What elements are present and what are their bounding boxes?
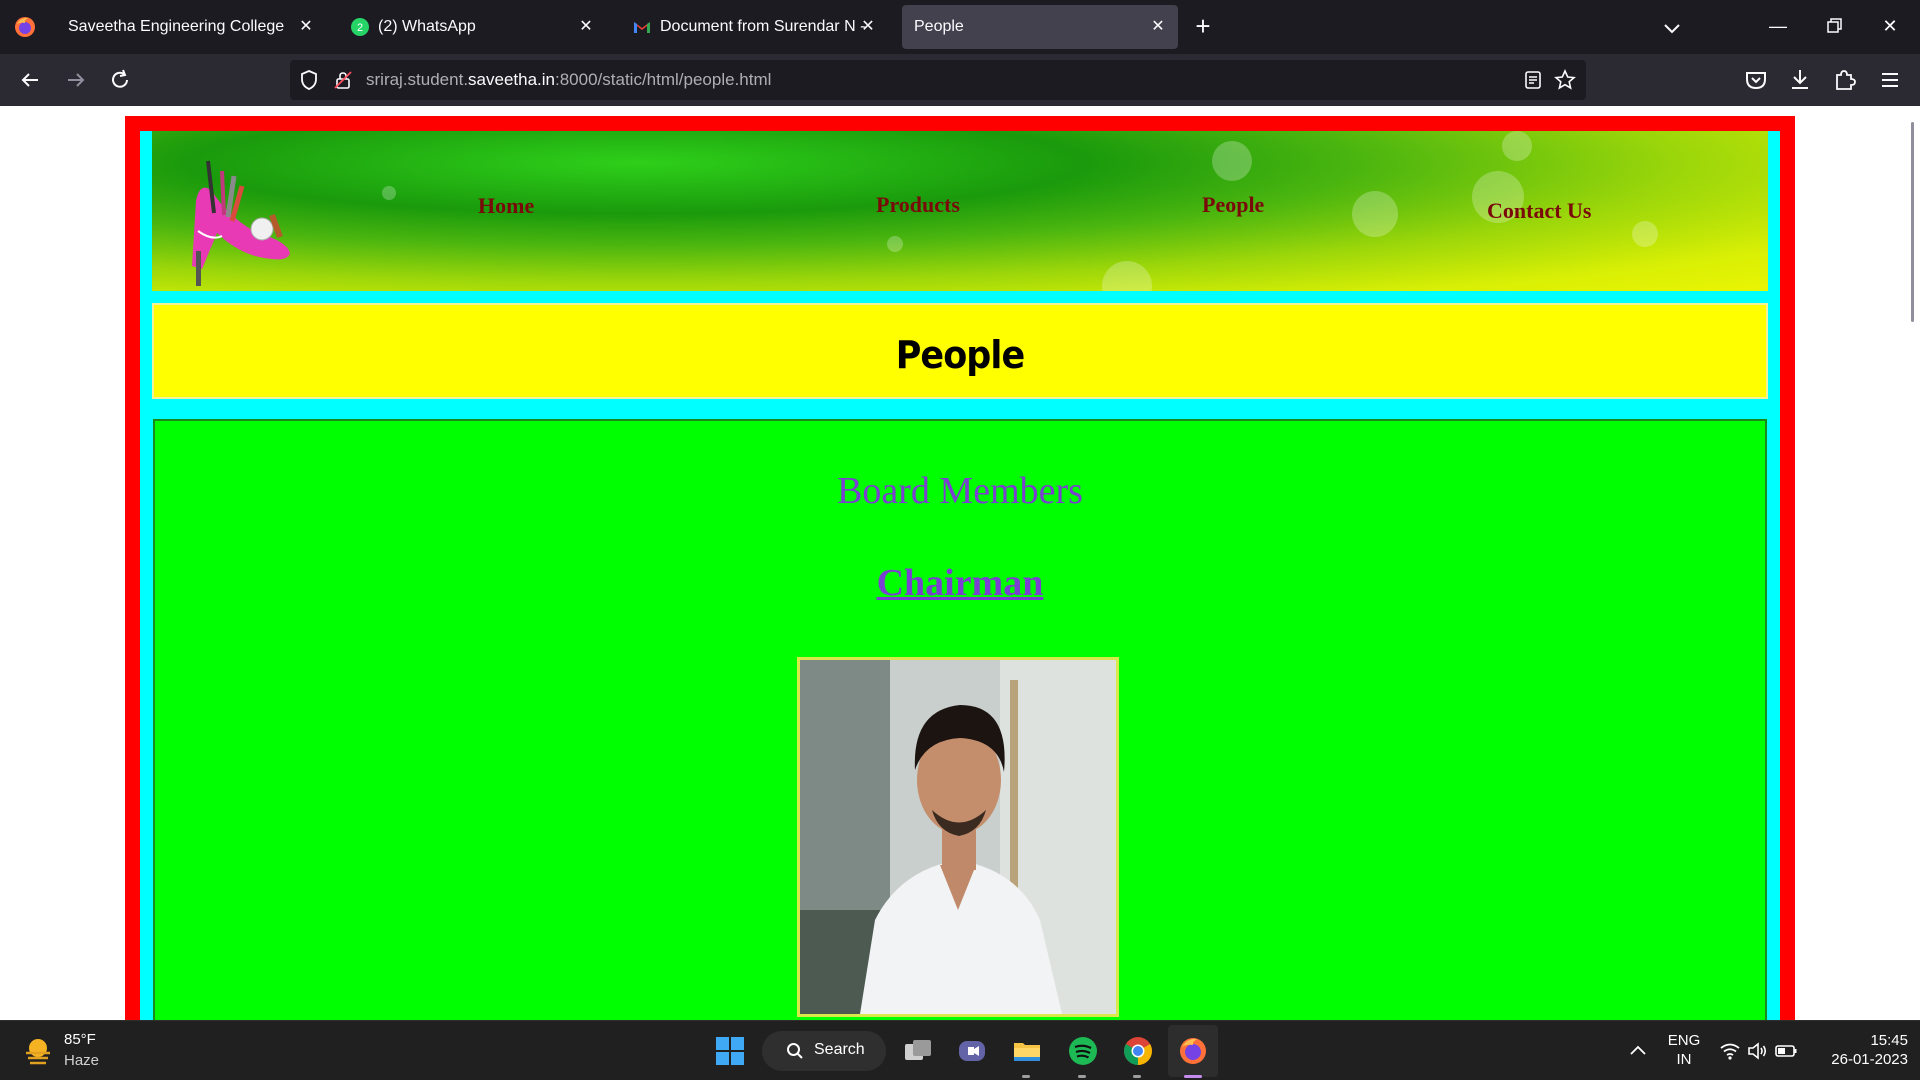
web-page: Home Products People Contact Us People B… — [0, 106, 1904, 1020]
shield-icon[interactable] — [298, 69, 320, 91]
search-label: Search — [814, 1041, 865, 1058]
chairman-heading: Chairman — [876, 562, 1044, 604]
firefox-running-indicator — [1184, 1075, 1202, 1078]
battery-icon[interactable] — [1774, 1039, 1798, 1063]
windows-start-icon[interactable] — [714, 1035, 746, 1067]
section-heading: Board Members — [837, 470, 1083, 512]
forward-arrow-icon[interactable] — [62, 66, 90, 94]
clock[interactable]: 15:45 26-01-2023 — [1812, 1032, 1908, 1068]
clock-time: 15:45 — [1870, 1032, 1908, 1049]
windows-taskbar: 85°F Haze Search ENG IN 15:45 26-01-2023 — [0, 1020, 1920, 1080]
page-scrollbar[interactable] — [1904, 106, 1920, 1020]
chrome-icon[interactable] — [1122, 1035, 1154, 1067]
high-heel-cosmetics-logo — [192, 160, 290, 286]
file-explorer-icon[interactable] — [1011, 1035, 1043, 1067]
weather-temperature[interactable]: 85°F — [64, 1031, 96, 1048]
back-arrow-icon[interactable] — [16, 66, 44, 94]
decorative-bokeh — [1632, 221, 1658, 247]
decorative-bokeh — [1102, 261, 1152, 291]
chrome-running-indicator — [1133, 1075, 1141, 1078]
teams-chat-icon[interactable] — [956, 1035, 988, 1067]
search-icon — [787, 1043, 803, 1059]
weather-haze-icon[interactable] — [20, 1033, 56, 1069]
whatsapp-icon: 2 — [351, 18, 369, 36]
decorative-bokeh — [887, 236, 903, 252]
chevron-down-icon[interactable] — [1660, 16, 1684, 40]
nav-home-link[interactable]: Home — [478, 193, 534, 219]
downloads-icon[interactable] — [1786, 66, 1814, 94]
firefox-taskbar-icon[interactable] — [1177, 1035, 1209, 1067]
close-window-button[interactable]: ✕ — [1878, 14, 1902, 38]
task-view-icon[interactable] — [902, 1035, 934, 1067]
decorative-bokeh — [1502, 131, 1532, 161]
tab-title: (2) WhatsApp — [378, 18, 476, 35]
scrollbar-thumb[interactable] — [1911, 122, 1914, 322]
page-title: People — [895, 333, 1025, 377]
explorer-running-indicator — [1022, 1075, 1030, 1078]
wifi-icon[interactable] — [1718, 1039, 1742, 1063]
url-prefix: sriraj.student. — [366, 70, 469, 89]
tab-whatsapp[interactable]: 2 (2) WhatsApp ✕ — [336, 5, 606, 49]
tab-saveetha[interactable]: Saveetha Engineering College ✕ — [56, 5, 326, 49]
restore-button[interactable] — [1822, 14, 1846, 38]
language-indicator[interactable]: ENG IN — [1664, 1032, 1704, 1068]
chairman-photo — [797, 657, 1119, 1017]
decorative-bokeh — [1212, 141, 1252, 181]
close-tab-icon[interactable]: ✕ — [1148, 17, 1168, 37]
tab-gmail-document[interactable]: Document from Surendar N - sr ✕ — [618, 5, 888, 49]
tab-people[interactable]: People ✕ — [902, 5, 1178, 49]
weather-description[interactable]: Haze — [64, 1052, 99, 1069]
extensions-puzzle-icon[interactable] — [1830, 66, 1858, 94]
browser-tab-bar: Saveetha Engineering College ✕ 2 (2) Wha… — [0, 0, 1920, 54]
tab-title: Document from Surendar N - sr — [660, 18, 870, 35]
spotify-icon[interactable] — [1067, 1035, 1099, 1067]
site-header: Home Products People Contact Us — [152, 131, 1768, 291]
spotify-running-indicator — [1078, 1075, 1086, 1078]
gmail-icon — [634, 22, 650, 33]
page-title-banner: People — [152, 303, 1768, 399]
whatsapp-badge: 2 — [357, 22, 363, 34]
decorative-bokeh — [1352, 191, 1398, 237]
cyan-inner-frame: Home Products People Contact Us People B… — [140, 131, 1780, 1020]
close-tab-icon[interactable]: ✕ — [858, 17, 878, 37]
reload-icon[interactable] — [106, 66, 134, 94]
tab-title: People — [914, 18, 964, 35]
region-code: IN — [1676, 1051, 1692, 1068]
bookmark-star-icon[interactable] — [1554, 69, 1576, 91]
url-suffix: :8000/static/html/people.html — [555, 70, 772, 89]
firefox-menu-icon[interactable] — [13, 15, 37, 39]
address-bar[interactable]: sriraj.student.saveetha.in:8000/static/h… — [290, 60, 1586, 100]
clock-date: 26-01-2023 — [1831, 1051, 1908, 1068]
new-tab-button[interactable]: + — [1190, 13, 1216, 40]
url-text[interactable]: sriraj.student.saveetha.in:8000/static/h… — [366, 70, 771, 90]
insecure-lock-icon[interactable] — [332, 69, 354, 91]
url-host: saveetha.in — [468, 70, 555, 89]
minimize-button[interactable]: — — [1766, 14, 1790, 38]
decorative-bokeh — [382, 186, 396, 200]
chevron-up-icon[interactable] — [1626, 1039, 1650, 1063]
reader-view-icon[interactable] — [1522, 69, 1544, 91]
taskbar-search-button[interactable]: Search — [762, 1031, 886, 1071]
hamburger-menu-icon[interactable] — [1876, 66, 1904, 94]
red-outer-frame: Home Products People Contact Us People B… — [125, 116, 1795, 1020]
close-tab-icon[interactable]: ✕ — [296, 17, 316, 37]
volume-icon[interactable] — [1746, 1039, 1770, 1063]
tab-title: Saveetha Engineering College — [68, 18, 285, 35]
language-code: ENG — [1667, 1032, 1701, 1049]
pocket-icon[interactable] — [1742, 66, 1770, 94]
nav-people-link[interactable]: People — [1202, 192, 1264, 218]
nav-contact-link[interactable]: Contact Us — [1487, 198, 1592, 224]
navigation-toolbar: sriraj.student.saveetha.in:8000/static/h… — [0, 54, 1920, 106]
board-members-section: Board Members Chairman — [153, 419, 1767, 1020]
close-tab-icon[interactable]: ✕ — [576, 17, 596, 37]
nav-products-link[interactable]: Products — [876, 192, 960, 218]
